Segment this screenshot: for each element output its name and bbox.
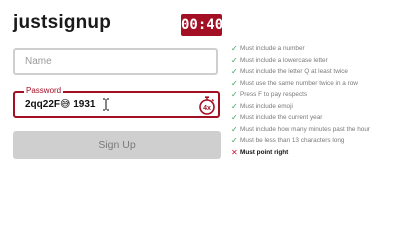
stopwatch-badge: 4x — [203, 105, 211, 112]
stopwatch-icon[interactable]: 4x — [198, 96, 216, 120]
check-icon: ✓ — [231, 44, 238, 53]
rule-text: Must be less than 13 characters long — [240, 137, 345, 144]
rule-text: Must include a lowercase letter — [240, 56, 328, 64]
rule-item: ✕ Must point right — [231, 147, 370, 159]
rule-item: ✓ Must be less than 13 characters long — [231, 135, 370, 147]
password-label: Password — [24, 86, 64, 96]
check-icon: ✓ — [231, 101, 238, 111]
rule-text: Must point right — [240, 148, 289, 156]
signup-button[interactable]: Sign Up — [13, 131, 221, 159]
rule-item: ✓ Must include a lowercase letter — [231, 55, 370, 67]
check-icon: ✓ — [231, 78, 238, 88]
check-icon: ✓ — [231, 113, 238, 122]
check-icon: ✓ — [231, 55, 238, 65]
name-input[interactable] — [13, 48, 218, 75]
rule-item: ✓ Must include a number — [231, 43, 370, 55]
rule-item: ✓ Must include the current year — [231, 112, 370, 124]
rule-item: ✓ Must include emoji — [231, 101, 370, 113]
text-cursor-icon — [102, 98, 110, 116]
password-rules-list: ✓ Must include a number ✓ Must include a l… — [231, 43, 370, 158]
rule-text: Press F to pay respects — [240, 91, 308, 98]
rule-item: ✓ Must include the letter Q at least twic… — [231, 66, 370, 78]
rule-text: Must include how many minutes past the h… — [240, 125, 371, 133]
rule-text: Must include the current year — [240, 114, 323, 121]
check-icon: ✓ — [231, 124, 238, 134]
check-icon: ✓ — [231, 136, 238, 145]
password-value[interactable]: 2qq22F😅 1931 — [25, 99, 95, 110]
app-title: justsignup — [13, 12, 112, 33]
rule-text: Must include emoji — [240, 102, 293, 110]
rule-text: Must include the letter Q at least twice — [240, 68, 348, 75]
rule-text: Must include a number — [240, 45, 305, 52]
cross-icon: ✕ — [231, 147, 238, 157]
password-field[interactable]: Password 2qq22F😅 1931 4x — [13, 86, 220, 120]
countdown-timer: 00:40 — [181, 14, 223, 36]
rule-item: ✓ Press F to pay respects — [231, 89, 370, 101]
rule-item: ✓ Must include how many minutes past the … — [231, 124, 370, 136]
check-icon: ✓ — [231, 90, 238, 99]
check-icon: ✓ — [231, 67, 238, 76]
rule-text: Must use the same number twice in a row — [240, 79, 358, 87]
rule-item: ✓ Must use the same number twice in a row — [231, 78, 370, 90]
